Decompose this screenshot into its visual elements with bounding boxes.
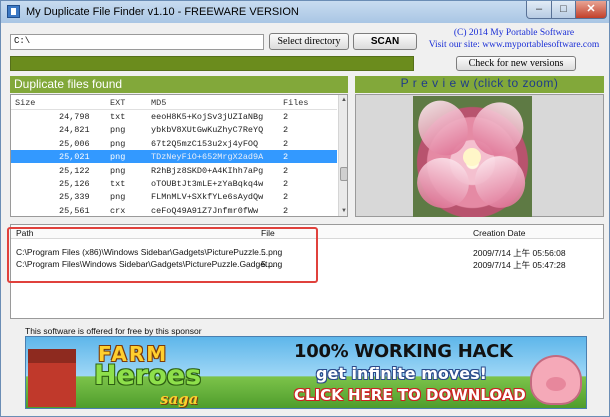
cell-md5: oTOUBtJt3mLE+zYaBqkq4w bbox=[151, 179, 264, 189]
duplicates-columns: Size EXT MD5 Files bbox=[11, 95, 337, 110]
cell-files: 2 bbox=[283, 152, 289, 163]
logo-saga: saga bbox=[160, 390, 199, 408]
column-creation-date[interactable]: Creation Date bbox=[473, 228, 525, 238]
cell-size: 25,006 bbox=[59, 138, 90, 149]
sponsor-ad-banner[interactable]: FARM Heroes saga 100% WORKING HACK get i… bbox=[25, 336, 587, 409]
cell-files: 2 bbox=[283, 125, 289, 136]
preview-image[interactable] bbox=[413, 96, 532, 217]
maximize-button[interactable]: □ bbox=[551, 1, 576, 19]
farm-heroes-logo: FARM Heroes saga bbox=[90, 340, 280, 408]
cell-md5: 67t2Q5mzC153u2xj4yFOQ bbox=[151, 138, 259, 149]
copyright-info: (C) 2014 My Portable Software Visit our … bbox=[421, 27, 607, 51]
directory-path-input[interactable]: C:\ bbox=[10, 34, 264, 50]
duplicate-row[interactable]: 25,561 crx ceFoQ49A91Z7Jnfmr0fWw 2 bbox=[11, 204, 337, 216]
sponsor-text: This software is offered for free by thi… bbox=[25, 326, 202, 336]
cell-size: 24,821 bbox=[59, 125, 90, 136]
cell-date: 2009/7/14 上午 05:47:28 bbox=[473, 260, 566, 270]
cell-size: 25,561 bbox=[59, 205, 90, 216]
cell-size: 25,122 bbox=[59, 165, 90, 176]
cell-ext: png bbox=[110, 165, 126, 176]
cell-md5: ybkbV8XUtGwKuZhyC7ReYQ bbox=[151, 125, 264, 136]
duplicate-row[interactable]: 24,821 png ybkbV8XUtGwKuZhyC7ReYQ 2 bbox=[11, 123, 337, 136]
cell-files: 2 bbox=[283, 179, 289, 189]
cell-files: 2 bbox=[283, 112, 289, 122]
cell-files: 2 bbox=[283, 138, 289, 149]
duplicates-scrollbar[interactable]: ▲ ▼ bbox=[338, 95, 347, 216]
preview-header: P r e v i e w (click to zoom) bbox=[355, 76, 604, 93]
scan-button[interactable]: SCAN bbox=[353, 33, 417, 50]
scan-progress-bar bbox=[10, 56, 414, 71]
copyright-text: (C) 2014 My Portable Software bbox=[453, 28, 575, 38]
minimize-button[interactable]: – bbox=[526, 1, 552, 19]
annotation-highlight-box bbox=[7, 227, 318, 283]
scroll-down-icon[interactable]: ▼ bbox=[340, 207, 347, 215]
app-window: My Duplicate File Finder v1.10 - FREEWAR… bbox=[0, 0, 610, 417]
column-files[interactable]: Files bbox=[283, 98, 309, 108]
cell-ext: txt bbox=[110, 112, 126, 122]
logo-heroes: Heroes bbox=[94, 360, 202, 391]
check-versions-button[interactable]: Check for new versions bbox=[456, 56, 576, 71]
ad-download-link[interactable]: CLICK HERE TO DOWNLOAD bbox=[294, 386, 526, 404]
scroll-thumb[interactable] bbox=[340, 167, 347, 181]
cell-files: 2 bbox=[283, 192, 289, 203]
duplicate-row[interactable]: 24,798 txt eeoH8K5+KojSv3jUZIaNBg 2 bbox=[11, 110, 337, 123]
title-bar[interactable]: My Duplicate File Finder v1.10 - FREEWAR… bbox=[1, 1, 609, 23]
barn-illustration bbox=[28, 349, 76, 407]
cell-ext: png bbox=[110, 152, 126, 163]
app-icon bbox=[7, 5, 20, 18]
duplicates-header: Duplicate files found bbox=[10, 76, 348, 93]
cell-md5: TDzNeyFiO+652MrgX2ad9A bbox=[151, 152, 264, 163]
column-md5[interactable]: MD5 bbox=[151, 98, 166, 108]
cell-size: 25,021 bbox=[59, 152, 90, 163]
close-button[interactable]: ✕ bbox=[575, 1, 607, 19]
column-ext[interactable]: EXT bbox=[110, 98, 125, 108]
cell-size: 24,798 bbox=[59, 112, 90, 122]
duplicate-row[interactable]: 25,006 png 67t2Q5mzC153u2xj4yFOQ 2 bbox=[11, 137, 337, 150]
duplicate-row[interactable]: 25,339 png FLMnMLV+SXkfYLe6sAydQw 2 bbox=[11, 190, 337, 203]
duplicates-list[interactable]: Size EXT MD5 Files 24,798 txt eeoH8K5+KojS… bbox=[10, 94, 348, 217]
cell-ext: png bbox=[110, 192, 126, 203]
cell-ext: png bbox=[110, 138, 126, 149]
cell-md5: ceFoQ49A91Z7Jnfmr0fWw bbox=[151, 205, 259, 216]
ad-headline: 100% WORKING HACK bbox=[294, 341, 513, 362]
preview-panel[interactable] bbox=[355, 94, 604, 217]
duplicate-row[interactable]: 25,126 txt oTOUBtJt3mLE+zYaBqkq4w 2 bbox=[11, 177, 337, 190]
cell-ext: txt bbox=[110, 179, 126, 189]
cell-md5: FLMnMLV+SXkfYLe6sAydQw bbox=[151, 192, 264, 203]
website-link[interactable]: Visit our site: www.myportablesoftware.c… bbox=[421, 39, 607, 51]
pig-illustration bbox=[530, 355, 582, 405]
select-directory-button[interactable]: Select directory bbox=[269, 33, 349, 50]
cell-ext: png bbox=[110, 125, 126, 136]
window-title: My Duplicate File Finder v1.10 - FREEWAR… bbox=[26, 6, 299, 18]
cell-md5: eeoH8K5+KojSv3jUZIaNBg bbox=[151, 112, 264, 122]
column-size[interactable]: Size bbox=[15, 98, 35, 108]
cell-files: 2 bbox=[283, 165, 289, 176]
duplicate-row[interactable]: 25,122 png R2hBjz8SKD0+A4KIhh7aPg 2 bbox=[11, 164, 337, 177]
cell-md5: R2hBjz8SKD0+A4KIhh7aPg bbox=[151, 165, 264, 176]
ad-subline: get infinite moves! bbox=[316, 364, 487, 383]
cell-files: 2 bbox=[283, 205, 289, 216]
cell-size: 25,339 bbox=[59, 192, 90, 203]
duplicate-row[interactable]: 25,021 png TDzNeyFiO+652MrgX2ad9A 2 bbox=[11, 150, 337, 164]
cell-size: 25,126 bbox=[59, 179, 90, 189]
cell-ext: crx bbox=[110, 205, 126, 216]
scroll-up-icon[interactable]: ▲ bbox=[340, 96, 347, 104]
